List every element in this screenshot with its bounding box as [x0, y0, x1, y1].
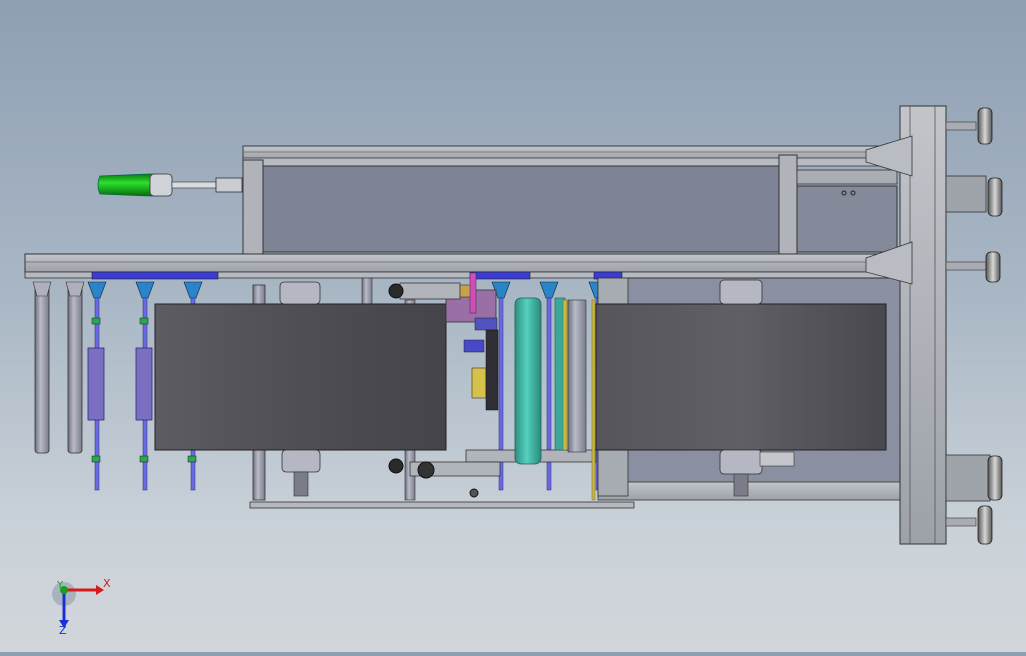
left-belt — [154, 303, 447, 451]
right-belt — [595, 303, 887, 451]
upper-panel-box — [242, 154, 898, 256]
axis-y-label: Y — [56, 580, 64, 591]
coordinate-triad: X Z Y — [52, 577, 111, 637]
top-frame — [242, 145, 904, 167]
axis-z-label: Z — [59, 624, 67, 637]
adjustment-knobs — [945, 107, 1003, 545]
base-plate — [249, 501, 635, 509]
cyan-roller — [514, 297, 596, 501]
axis-x-label: X — [103, 577, 111, 590]
cad-viewport[interactable]: X Z Y — [0, 0, 1026, 652]
cad-drawing: X Z Y — [24, 105, 1003, 637]
green-handle — [97, 173, 243, 197]
